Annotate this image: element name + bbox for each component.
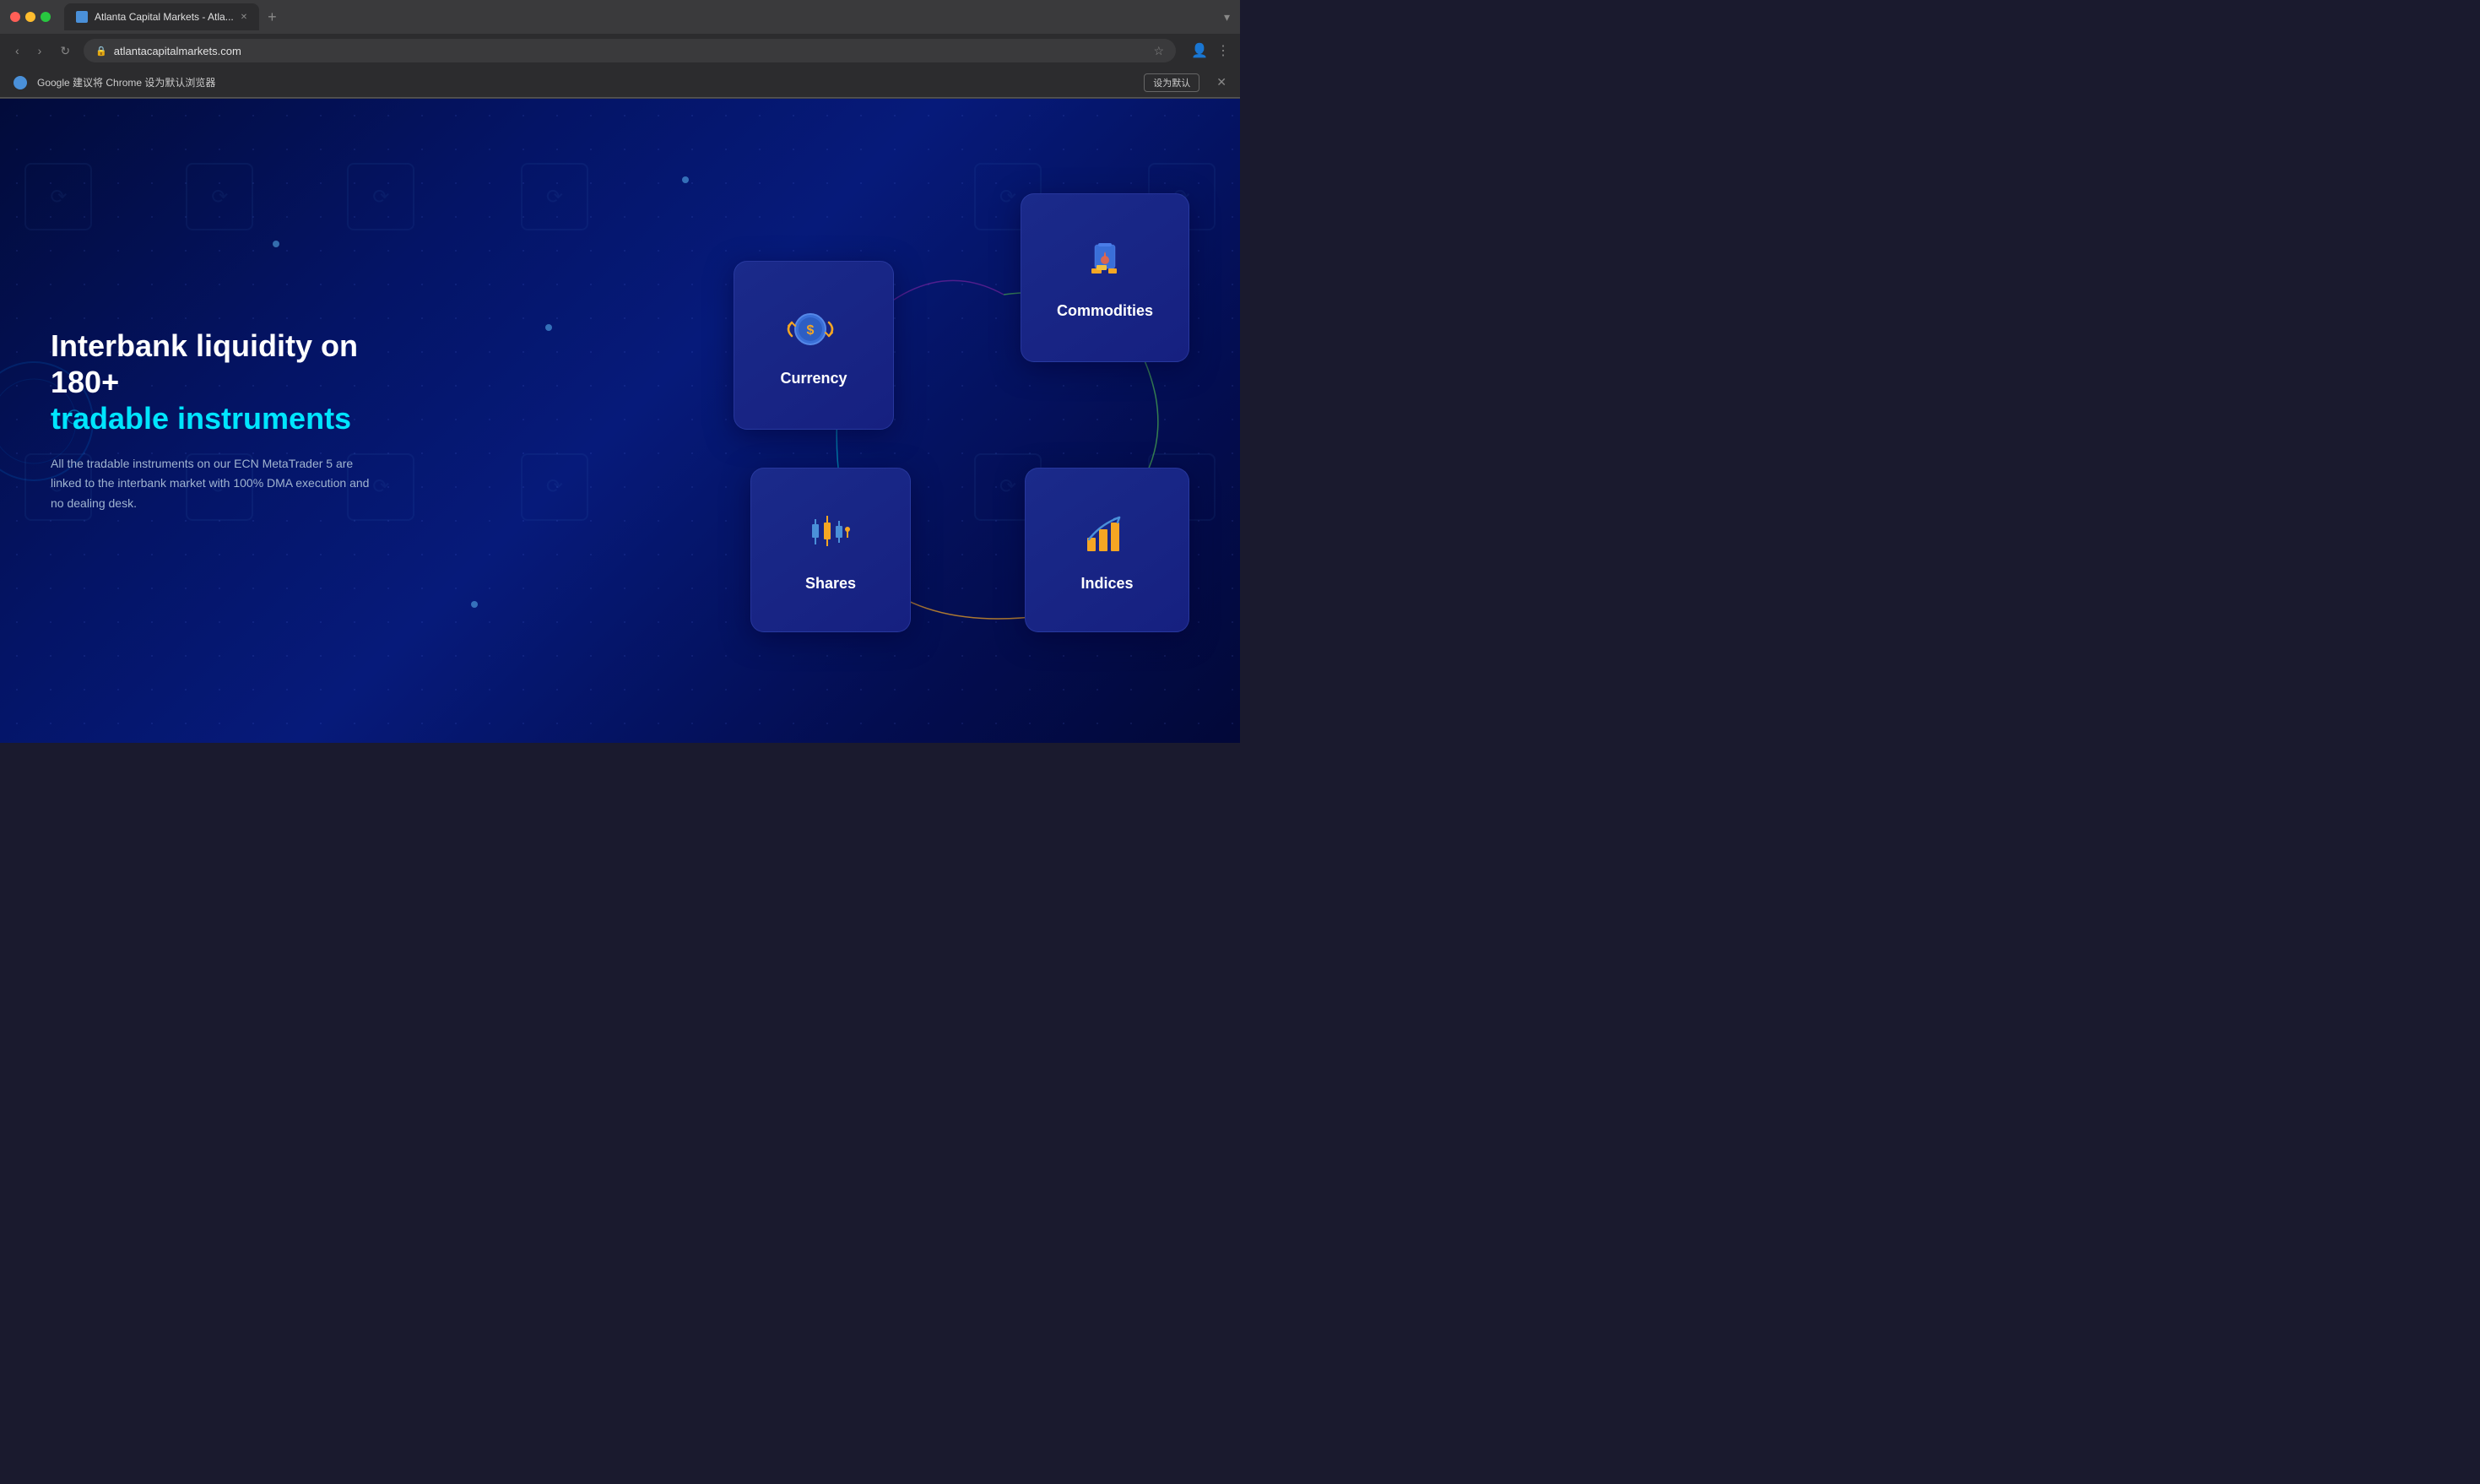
currency-card[interactable]: $ Currency bbox=[734, 261, 894, 430]
commodities-icon bbox=[1078, 235, 1132, 289]
browser-dropdown-button[interactable]: ▾ bbox=[1224, 10, 1230, 24]
notification-bar: Google 建议将 Chrome 设为默认浏览器 设为默认 ✕ bbox=[0, 68, 1240, 98]
hero-description: All the tradable instruments on our ECN … bbox=[51, 454, 371, 514]
title-bar: Atlanta Capital Markets - Atla... ✕ + ▾ bbox=[0, 0, 1240, 34]
watermark-1: ⟳ bbox=[24, 163, 92, 230]
tab-favicon bbox=[76, 11, 88, 23]
address-bar[interactable]: 🔒 atlantacapitalmarkets.com ☆ bbox=[84, 39, 1176, 62]
lock-icon: 🔒 bbox=[95, 46, 107, 57]
watermark-7: ⟳ bbox=[521, 163, 588, 230]
tab-title: Atlanta Capital Markets - Atla... bbox=[95, 11, 234, 23]
notification-action-button[interactable]: 设为默认 bbox=[1144, 73, 1199, 92]
maximize-button[interactable] bbox=[41, 12, 51, 22]
notification-favicon bbox=[14, 76, 27, 89]
hero-title: Interbank liquidity on 180+ tradable ins… bbox=[51, 328, 371, 437]
watermark-5: ⟳ bbox=[347, 163, 414, 230]
currency-label: Currency bbox=[780, 370, 847, 387]
menu-icon[interactable]: ⋮ bbox=[1216, 42, 1230, 59]
watermark-8: ⟳ bbox=[521, 453, 588, 521]
url-text: atlantacapitalmarkets.com bbox=[114, 45, 1147, 57]
deco-dot-3 bbox=[682, 176, 689, 183]
tab-bar: Atlanta Capital Markets - Atla... ✕ + bbox=[64, 3, 1217, 30]
indices-card[interactable]: Indices bbox=[1025, 468, 1189, 632]
new-tab-button[interactable]: + bbox=[261, 8, 284, 26]
currency-icon: $ bbox=[787, 302, 841, 356]
shares-label: Shares bbox=[805, 575, 856, 593]
back-button[interactable]: ‹ bbox=[10, 41, 24, 61]
instruments-section: Commodities $ Currency bbox=[734, 193, 1206, 649]
svg-text:$: $ bbox=[807, 323, 815, 338]
notification-close-button[interactable]: ✕ bbox=[1216, 75, 1226, 89]
shares-card[interactable]: Shares bbox=[750, 468, 911, 632]
close-button[interactable] bbox=[10, 12, 20, 22]
indices-icon bbox=[1080, 507, 1134, 561]
window-controls bbox=[10, 12, 51, 22]
deco-dot-2 bbox=[471, 601, 478, 608]
hero-title-line1: Interbank liquidity on 180+ bbox=[51, 328, 358, 399]
nav-bar: ‹ › ↻ 🔒 atlantacapitalmarkets.com ☆ 👤 ⋮ bbox=[0, 34, 1240, 68]
deco-dot-1 bbox=[545, 324, 552, 331]
commodities-label: Commodities bbox=[1057, 302, 1153, 320]
refresh-button[interactable]: ↻ bbox=[55, 41, 75, 62]
forward-button[interactable]: › bbox=[33, 41, 47, 61]
profile-icon[interactable]: 👤 bbox=[1191, 42, 1208, 59]
watermark-3: ⟳ bbox=[186, 163, 253, 230]
indices-label: Indices bbox=[1080, 575, 1133, 593]
tab-close-button[interactable]: ✕ bbox=[241, 13, 247, 22]
shares-icon bbox=[804, 507, 858, 561]
left-content: Interbank liquidity on 180+ tradable ins… bbox=[0, 328, 422, 514]
active-tab[interactable]: Atlanta Capital Markets - Atla... ✕ bbox=[64, 3, 259, 30]
browser-chrome: Atlanta Capital Markets - Atla... ✕ + ▾ … bbox=[0, 0, 1240, 99]
commodities-card[interactable]: Commodities bbox=[1021, 193, 1189, 362]
hero-title-line2: tradable instruments bbox=[51, 401, 351, 436]
notification-text: Google 建议将 Chrome 设为默认浏览器 bbox=[37, 75, 1134, 89]
deco-dot-4 bbox=[273, 241, 279, 247]
website-content: ⟳ ⟳ ⟳ ⟳ ⟳ ⟳ ⟳ ⟳ ⟳ ⟳ ⟳ ⟳ Interbank liquid… bbox=[0, 99, 1240, 743]
bookmark-icon[interactable]: ☆ bbox=[1154, 44, 1165, 58]
minimize-button[interactable] bbox=[25, 12, 35, 22]
nav-icons: 👤 ⋮ bbox=[1191, 42, 1230, 59]
